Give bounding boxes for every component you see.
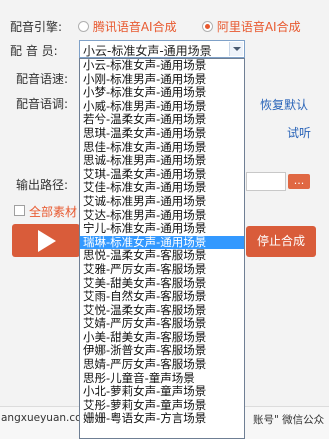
voice-option[interactable]: 艾美-甜美女声-客服场景 [80,277,244,291]
rate-label: 配音语速: [16,72,69,86]
voice-dropdown-list[interactable]: 小云-标准女声-通用场景 小刚-标准男声-通用场景 小梦-标准女声-通用场景 小威-标… [79,58,245,439]
voice-option[interactable]: 艾琪-温柔女声-通用场景 [80,168,244,182]
select-all-label: 全部素材 [29,205,78,219]
engine-option-ali[interactable]: 阿里语音AI合成 [202,18,301,35]
voice-option[interactable]: 艾诚-标准男声-通用场景 [80,195,244,209]
voice-option[interactable]: 艾彤-萝莉女声-童声场景 [80,399,244,413]
voice-option[interactable]: 宁儿-标准女声-通用场景 [80,222,244,236]
voice-option[interactable]: 思琪-温柔女声-通用场景 [80,127,244,141]
voice-option[interactable]: 思悦-温柔女声-客服场景 [80,249,244,263]
voice-option[interactable]: 瑞琳-标准女声-通用场景 [80,235,244,250]
voice-option[interactable]: 伊娜-浙普女声-客服场景 [80,344,244,358]
voice-option[interactable]: 姗姗-粤语女声-方言场景 [80,412,244,426]
select-all-checkbox[interactable] [14,205,25,216]
engine-option-label: 腾讯语音AI合成 [92,20,177,34]
watermark-right: 账号" 微信公众 [253,414,325,426]
engine-option-label: 阿里语音AI合成 [216,20,301,34]
radio-selected-icon[interactable] [202,21,213,32]
voice-option[interactable]: 艾婧-严厉女声-客服场景 [80,317,244,331]
restore-default-link[interactable]: 恢复默认 [260,96,308,113]
voice-option[interactable]: 艾雨-自然女声-客服场景 [80,290,244,304]
play-button[interactable] [12,224,80,257]
output-path-input[interactable] [246,172,286,191]
voice-option[interactable]: 艾达-标准男声-通用场景 [80,209,244,223]
engine-label: 配音引擎: [10,20,63,34]
voice-option[interactable]: 小威-标准男声-通用场景 [80,100,244,114]
voice-label: 配 音 员: [10,44,58,58]
voice-option[interactable]: 思婧-严厉女声-客服场景 [80,358,244,372]
play-icon [38,230,56,252]
voice-select-value: 小云-标准女声-通用场景 [83,44,212,58]
voice-option[interactable]: 小美-甜美女声-客服场景 [80,331,244,345]
voice-option[interactable]: 艾悦-温柔女声-客服场景 [80,304,244,318]
voice-option[interactable]: 艾雅-严厉女声-客服场景 [80,263,244,277]
radio-icon[interactable] [78,21,89,32]
voice-option[interactable]: 若兮-温柔女声-通用场景 [80,113,244,127]
output-label: 输出路径: [16,178,69,192]
voice-select[interactable]: 小云-标准女声-通用场景 [79,40,245,58]
voice-option[interactable]: 小北-萝莉女声-童声场景 [80,385,244,399]
browse-button[interactable]: ... [288,174,310,189]
voice-option[interactable]: 小刚-标准男声-通用场景 [80,73,244,87]
stop-synthesis-button[interactable]: 停止合成 [246,226,316,257]
audition-link[interactable]: 试听 [287,124,311,141]
stop-synthesis-label: 停止合成 [256,234,305,248]
chevron-down-icon[interactable] [229,42,243,56]
voice-option[interactable]: 思彤-儿童音-童声场景 [80,372,244,386]
voice-option[interactable]: 小云-标准女声-通用场景 [80,59,244,73]
voice-option[interactable]: 艾佳-标准女声-通用场景 [80,181,244,195]
voice-option[interactable]: 思佳-标准女声-通用场景 [80,141,244,155]
pitch-label: 配音语调: [16,97,69,111]
voice-option[interactable]: 小梦-标准女声-通用场景 [80,86,244,100]
voice-option[interactable]: 思诚-标准男声-通用场景 [80,154,244,168]
engine-option-tencent[interactable]: 腾讯语音AI合成 [78,18,177,35]
